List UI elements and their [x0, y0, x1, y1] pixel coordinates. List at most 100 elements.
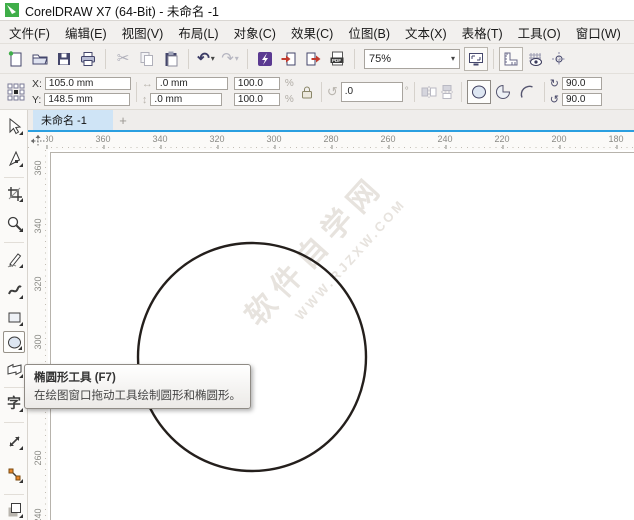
property-bar: X: 105.0 mm Y: 148.5 mm ↔ .0 mm ↕ .0 mm …	[0, 74, 634, 110]
vertical-ruler[interactable]: 360 340 320 300 280 260 240	[28, 150, 48, 520]
menu-effects[interactable]: 效果(C)	[291, 23, 333, 42]
toolbox-separator	[4, 422, 24, 423]
new-tab-button[interactable]: +	[113, 110, 133, 130]
document-tab-label: 未命名 -1	[41, 112, 87, 128]
zoom-levels-select[interactable]: 75% ▾	[364, 49, 460, 69]
propbar-separator	[461, 82, 462, 102]
connector-tool[interactable]	[3, 463, 25, 485]
vruler-label: 340	[33, 217, 43, 235]
scale-y-input[interactable]: 100.0	[234, 93, 280, 106]
toolbox-separator	[4, 494, 24, 495]
drop-shadow-tool[interactable]	[3, 498, 25, 520]
open-folder-icon[interactable]	[28, 47, 52, 71]
propbar-separator	[544, 82, 545, 102]
menu-text[interactable]: 文本(X)	[405, 23, 447, 42]
hruler-label: 360	[95, 134, 110, 144]
publish-pdf-icon[interactable]: PDF	[325, 47, 349, 71]
drawing-canvas[interactable]: 软件自学网 WWW.RJZXW.COM	[48, 150, 634, 520]
paste-icon[interactable]	[159, 47, 183, 71]
x-position-input[interactable]: 105.0 mm	[45, 77, 131, 90]
plus-icon: +	[119, 113, 127, 128]
menu-view[interactable]: 视图(V)	[122, 23, 164, 42]
menu-layout[interactable]: 布局(L)	[178, 23, 218, 42]
dimension-tool[interactable]	[3, 430, 25, 452]
menu-table[interactable]: 表格(T)	[462, 23, 503, 42]
hruler-label: 220	[494, 134, 509, 144]
snap-to-icon[interactable]	[547, 47, 571, 71]
toolbar-separator	[493, 49, 494, 69]
scale-fields: 100.0 % 100.0 %	[234, 77, 294, 106]
freehand-tool[interactable]	[3, 248, 25, 270]
height-input[interactable]: .0 mm	[150, 93, 222, 106]
toolbox-separator	[4, 177, 24, 178]
vruler-label: 360	[33, 159, 43, 177]
application-launcher-icon[interactable]	[253, 47, 277, 71]
arc-mode-button[interactable]	[515, 80, 539, 104]
mirror-horizontal-icon[interactable]	[420, 83, 438, 101]
y-position-input[interactable]: 148.5 mm	[44, 93, 130, 106]
hruler-label: 340	[152, 134, 167, 144]
rotation-angle-input[interactable]: .0	[341, 82, 403, 102]
scale-x-input[interactable]: 100.0	[234, 77, 280, 90]
hruler-label: 320	[209, 134, 224, 144]
mirror-vertical-icon[interactable]	[438, 83, 456, 101]
ellipse-tool[interactable]	[3, 331, 25, 353]
zoom-tool[interactable]	[3, 212, 25, 234]
position-fields: X: 105.0 mm Y: 148.5 mm	[32, 77, 131, 106]
ellipse-mode-button[interactable]	[467, 80, 491, 104]
new-document-icon[interactable]	[4, 47, 28, 71]
export-icon[interactable]	[301, 47, 325, 71]
menu-window[interactable]: 窗口(W)	[576, 23, 621, 42]
menu-object[interactable]: 对象(C)	[234, 23, 276, 42]
vruler-label: 300	[33, 333, 43, 351]
hruler-label: 180	[608, 134, 623, 144]
rectangle-tool[interactable]	[3, 306, 25, 328]
text-tool[interactable]: 字	[3, 392, 25, 414]
toolbox-separator	[4, 242, 24, 243]
show-grid-icon[interactable]	[523, 47, 547, 71]
page-border	[50, 152, 634, 520]
document-tab-active[interactable]: 未命名 -1	[33, 110, 113, 130]
undo-icon[interactable]: ↶▾	[194, 47, 218, 71]
toolbar-separator	[247, 49, 248, 69]
import-icon[interactable]	[277, 47, 301, 71]
lock-ratio-icon[interactable]	[298, 83, 316, 101]
pie-mode-button[interactable]	[491, 80, 515, 104]
horizontal-ruler[interactable]: 380 360 340 320 300 280 260 240 220 200 …	[28, 132, 634, 150]
menu-file[interactable]: 文件(F)	[9, 23, 50, 42]
text-tool-glyph: 字	[7, 393, 21, 413]
menu-tools[interactable]: 工具(O)	[518, 23, 561, 42]
width-input[interactable]: .0 mm	[156, 77, 228, 90]
start-angle-input[interactable]: 90.0	[562, 77, 602, 90]
coreldraw-window: CorelDRAW X7 (64-Bit) - 未命名 -1 文件(F) 编辑(…	[0, 0, 634, 520]
full-screen-preview-icon[interactable]	[464, 47, 488, 71]
menu-edit[interactable]: 编辑(E)	[65, 23, 107, 42]
standard-toolbar: ✂ ↶▾ ↷▾ PDF 75% ▾	[0, 44, 634, 74]
menu-bitmaps[interactable]: 位图(B)	[348, 23, 390, 42]
show-rulers-icon[interactable]	[499, 47, 523, 71]
menu-bar: 文件(F) 编辑(E) 视图(V) 布局(L) 对象(C) 效果(C) 位图(B…	[0, 21, 634, 44]
end-angle-icon: ↺	[550, 93, 559, 106]
toolbar-separator	[354, 49, 355, 69]
polygon-tool[interactable]	[3, 358, 25, 380]
y-label: Y:	[32, 94, 41, 106]
x-label: X:	[32, 78, 42, 90]
pick-tool[interactable]	[3, 115, 25, 137]
toolbar-separator	[188, 49, 189, 69]
object-position-icon	[4, 80, 28, 104]
save-icon[interactable]	[52, 47, 76, 71]
ruler-origin-icon[interactable]	[30, 134, 46, 148]
tooltip-body: 在绘图窗口拖动工具绘制圆形和椭圆形。	[34, 387, 241, 403]
crop-tool[interactable]	[3, 182, 25, 204]
redo-icon[interactable]: ↷▾	[218, 47, 242, 71]
hruler-label: 200	[551, 134, 566, 144]
size-fields: ↔ .0 mm ↕ .0 mm	[142, 77, 228, 106]
chevron-down-icon: ▾	[451, 54, 455, 63]
cut-icon[interactable]: ✂	[111, 47, 135, 71]
hruler-label: 280	[323, 134, 338, 144]
shape-tool[interactable]	[3, 147, 25, 169]
end-angle-input[interactable]: 90.0	[562, 93, 602, 106]
copy-icon[interactable]	[135, 47, 159, 71]
artistic-media-tool[interactable]	[3, 279, 25, 301]
print-icon[interactable]	[76, 47, 100, 71]
